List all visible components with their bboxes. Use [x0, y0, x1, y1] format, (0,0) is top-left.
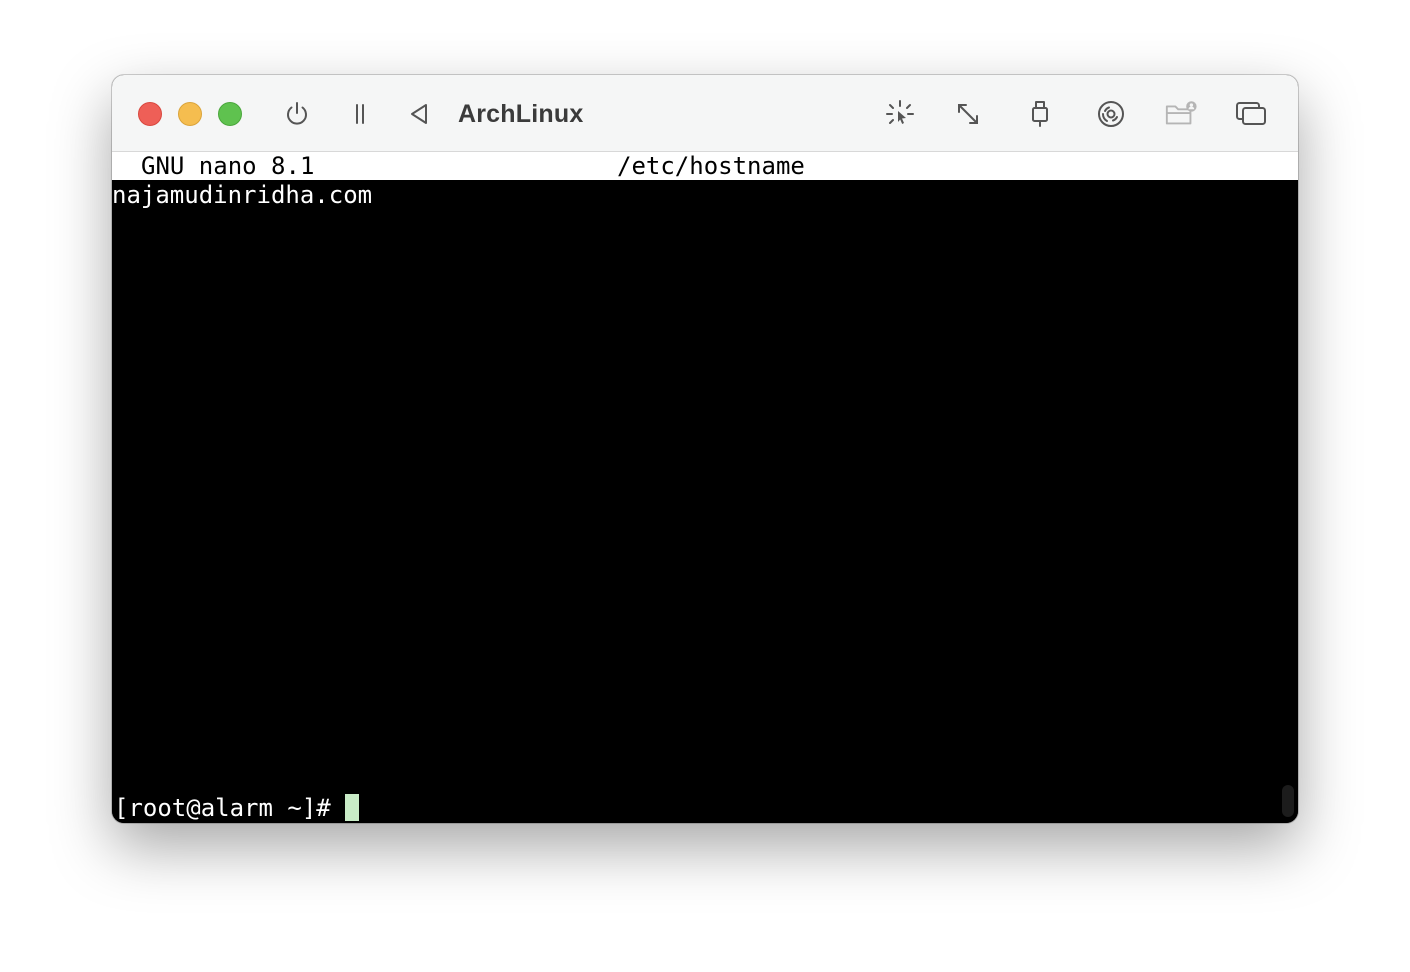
resize-icon[interactable]: [951, 97, 985, 131]
scroll-indicator[interactable]: [1282, 785, 1294, 817]
terminal-screen[interactable]: GNU nano 8.1 /etc/hostname najamudinridh…: [112, 152, 1298, 823]
window-title: ArchLinux: [458, 100, 584, 128]
vm-window: ArchLinux GNU nano 8.1 /etc/hostname naj…: [112, 75, 1298, 823]
shared-folder-icon: [1164, 97, 1198, 131]
pause-icon[interactable]: [343, 97, 377, 131]
shell-prompt-line: [root@alarm ~]#: [114, 793, 359, 823]
nano-filename: /etc/hostname: [617, 152, 805, 180]
minimize-button[interactable]: [178, 102, 202, 126]
nano-title-bar: GNU nano 8.1 /etc/hostname: [112, 152, 1298, 180]
power-icon[interactable]: [280, 97, 314, 131]
back-icon[interactable]: [402, 97, 436, 131]
disc-icon[interactable]: [1094, 97, 1128, 131]
text-cursor: [344, 794, 359, 821]
capture-mouse-icon[interactable]: [883, 97, 917, 131]
windows-icon[interactable]: [1234, 97, 1268, 131]
maximize-button[interactable]: [218, 102, 242, 126]
shell-prompt: [root@alarm ~]#: [114, 794, 331, 822]
close-button[interactable]: [138, 102, 162, 126]
title-bar: ArchLinux: [112, 75, 1298, 152]
usb-icon[interactable]: [1023, 97, 1057, 131]
nano-version: GNU nano 8.1: [141, 152, 315, 180]
file-content-line: najamudinridha.com: [112, 181, 373, 209]
